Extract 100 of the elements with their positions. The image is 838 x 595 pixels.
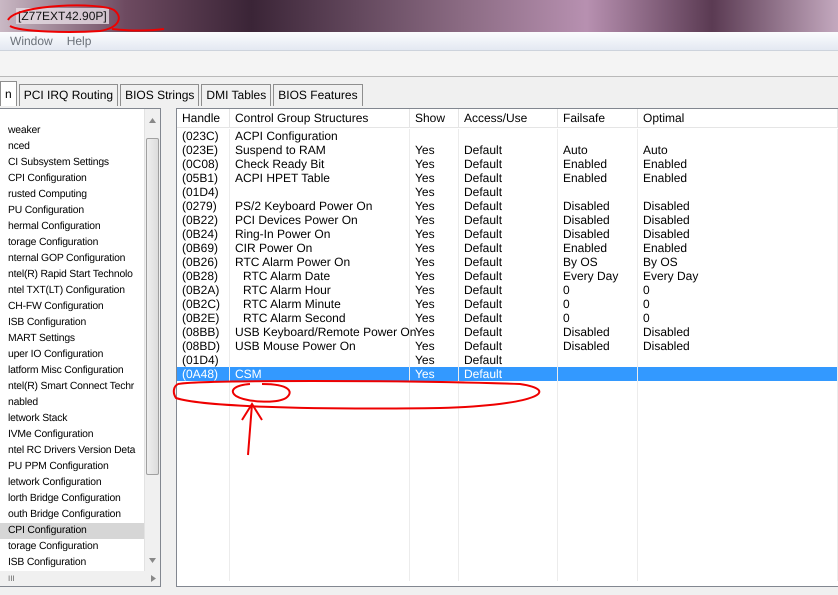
column-header[interactable]: Handle xyxy=(177,108,230,128)
tree-item[interactable]: letwork Configuration xyxy=(0,474,144,491)
table-cell: 0 xyxy=(643,310,650,325)
table-cell: (08BB) xyxy=(182,324,220,339)
tree-item[interactable]: lorth Bridge Configuration xyxy=(0,490,144,507)
tree-item[interactable]: ntel RC Drivers Version Deta xyxy=(0,442,144,459)
table-cell: Default xyxy=(464,240,502,255)
table-row[interactable]: (0B22) PCI Devices Power On Yes Default Disabled Disabled xyxy=(177,212,838,227)
table-cell: Default xyxy=(464,310,502,325)
tree-item[interactable]: rusted Computing xyxy=(0,186,144,203)
table-row[interactable]: (01D4) Yes Default xyxy=(177,184,838,199)
tab[interactable]: PCI IRQ Routing xyxy=(18,84,118,106)
table-cell: RTC Alarm Hour xyxy=(243,282,331,297)
table-cell: Yes xyxy=(415,170,435,185)
scroll-arrow-icon[interactable] xyxy=(149,118,156,123)
table-cell: Yes xyxy=(415,366,435,381)
tree-item[interactable]: nabled xyxy=(0,394,144,411)
table-cell: (0B28) xyxy=(182,268,218,283)
table-row[interactable]: (0B24) Ring-In Power On Yes Default Disabled Disabled xyxy=(177,226,838,241)
tree-item[interactable]: CI Subsystem Settings xyxy=(0,154,144,171)
table-row[interactable]: (0B69) CIR Power On Yes Default Enabled Enabled xyxy=(177,240,838,255)
tab[interactable]: BIOS Features xyxy=(273,84,363,106)
table-cell: Disabled xyxy=(563,198,610,213)
tree-item[interactable]: PU PPM Configuration xyxy=(0,458,144,475)
table-cell: (0B22) xyxy=(182,212,218,227)
tree-item[interactable]: ntel TXT(LT) Configuration xyxy=(0,282,144,299)
menu-item[interactable]: Window xyxy=(10,34,53,48)
table-cell: Default xyxy=(464,142,502,157)
tree-item[interactable]: torage Configuration xyxy=(0,538,144,555)
table-row[interactable]: (0B2C) RTC Alarm Minute Yes Default 0 0 xyxy=(177,296,838,311)
table-cell: Default xyxy=(464,212,502,227)
table-cell: Yes xyxy=(415,142,435,157)
tree-item[interactable]: uper IO Configuration xyxy=(0,346,144,363)
table-cell: 0 xyxy=(563,296,570,311)
table-cell: Default xyxy=(464,156,502,171)
table-cell: RTC Alarm Second xyxy=(243,310,346,325)
table-cell: (05B1) xyxy=(182,170,218,185)
tree-item[interactable]: IVMe Configuration xyxy=(0,426,144,443)
table-cell: (0B24) xyxy=(182,226,218,241)
table-row[interactable]: (0279) PS/2 Keyboard Power On Yes Default Disabled Disabled xyxy=(177,198,838,213)
tab[interactable]: DMI Tables xyxy=(201,84,272,106)
tree-item[interactable]: torage Configuration xyxy=(0,234,144,251)
tree-item[interactable]: ntel(R) Rapid Start Technolo xyxy=(0,266,144,283)
table-row[interactable]: (0B2A) RTC Alarm Hour Yes Default 0 0 xyxy=(177,282,838,297)
tree-item[interactable]: ntel(R) Smart Connect Techr xyxy=(0,378,144,395)
scroll-arrow-icon[interactable] xyxy=(149,558,156,563)
scroll-grip[interactable]: III xyxy=(8,574,15,583)
tree-item[interactable]: CPI Configuration xyxy=(0,522,144,539)
table-cell: Enabled xyxy=(643,240,688,255)
table-cell: Enabled xyxy=(643,156,688,171)
column-header[interactable]: Access/Use xyxy=(459,108,558,128)
tree-item[interactable]: weaker xyxy=(0,122,144,139)
table-row[interactable]: (0C08) Check Ready Bit Yes Default Enabled Enabled xyxy=(177,156,838,171)
tree-item[interactable]: CPI Configuration xyxy=(0,170,144,187)
tree-item[interactable]: latform Misc Configuration xyxy=(0,362,144,379)
table-cell: Default xyxy=(464,226,502,241)
table-row[interactable]: (0B2E) RTC Alarm Second Yes Default 0 0 xyxy=(177,310,838,325)
tree-item[interactable]: nternal GOP Configuration xyxy=(0,250,144,267)
horizontal-scrollbar[interactable]: III xyxy=(0,570,160,586)
table-cell: Default xyxy=(464,282,502,297)
column-header[interactable]: Failsafe xyxy=(558,108,638,128)
scroll-arrow-icon[interactable] xyxy=(151,574,156,582)
table-cell: Yes xyxy=(415,352,435,367)
tree-item[interactable]: ISB Configuration xyxy=(0,554,144,571)
menu-item[interactable]: Help xyxy=(66,34,92,48)
tab[interactable]: BIOS Strings xyxy=(120,84,200,106)
table-cell: Disabled xyxy=(643,226,690,241)
table-row[interactable]: (0B26) RTC Alarm Power On Yes Default By OS By OS xyxy=(177,254,838,269)
vertical-scrollbar[interactable] xyxy=(144,108,160,571)
table-cell: Enabled xyxy=(643,170,688,185)
table-cell: (0B2C) xyxy=(182,296,220,311)
table-cell: (023C) xyxy=(182,128,219,143)
column-header[interactable]: Show xyxy=(410,108,459,128)
table-cell: CSM xyxy=(235,366,262,381)
table-cell: 0 xyxy=(643,296,650,311)
tree-item[interactable]: CH-FW Configuration xyxy=(0,298,144,315)
table-cell: (0C08) xyxy=(182,156,219,171)
tree-item[interactable]: hermal Configuration xyxy=(0,218,144,235)
table-row[interactable]: (023E) Suspend to RAM Yes Default Auto Auto xyxy=(177,142,838,157)
table-row[interactable]: (08BD) USB Mouse Power On Yes Default Disabled Disabled xyxy=(177,338,838,353)
table-cell: USB Mouse Power On xyxy=(235,338,356,353)
tree-item[interactable]: nced xyxy=(0,138,144,155)
column-header[interactable]: Optimal xyxy=(638,108,838,128)
scroll-thumb[interactable] xyxy=(146,138,159,475)
tree-item[interactable]: letwork Stack xyxy=(0,410,144,427)
table-row[interactable]: (05B1) ACPI HPET Table Yes Default Enabled Enabled xyxy=(177,170,838,185)
tree-item[interactable]: outh Bridge Configuration xyxy=(0,506,144,523)
table-cell: Disabled xyxy=(563,324,610,339)
tree-item[interactable]: PU Configuration xyxy=(0,202,144,219)
column-header[interactable]: Control Group Structures xyxy=(230,108,410,128)
table-cell: (0B26) xyxy=(182,254,218,269)
table-cell: Yes xyxy=(415,254,435,269)
tree-item[interactable]: MART Settings xyxy=(0,330,144,347)
table-cell: Yes xyxy=(415,338,435,353)
tab[interactable]: n xyxy=(0,80,17,106)
table-cell: (0279) xyxy=(182,198,217,213)
table-row[interactable]: (023C) ACPI Configuration xyxy=(177,128,838,143)
tree-item[interactable]: ISB Configuration xyxy=(0,314,144,331)
table-row[interactable]: (0B28) RTC Alarm Date Yes Default Every Day Every Day xyxy=(177,268,838,283)
table-row[interactable]: (08BB) USB Keyboard/Remote Power OnYes Default Disabled Disabled xyxy=(177,324,838,339)
